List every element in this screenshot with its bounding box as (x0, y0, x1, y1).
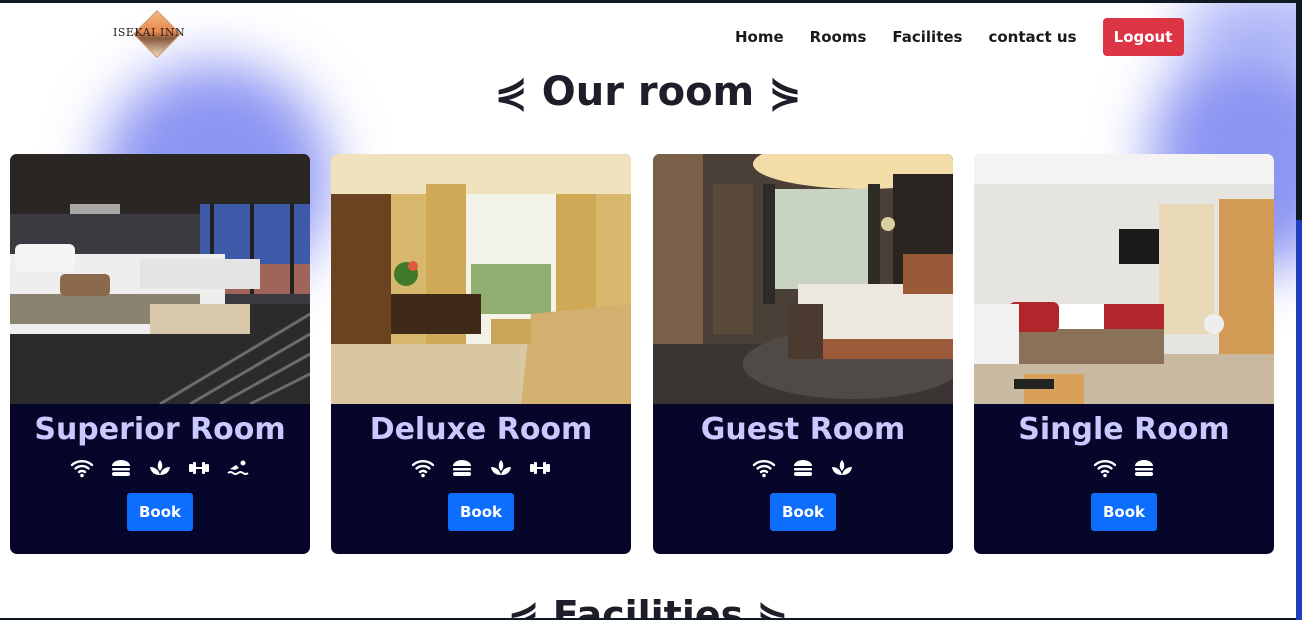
amenities (974, 455, 1274, 481)
book-button[interactable]: Book (1091, 493, 1157, 531)
brand-name: ISEKAI INN (113, 26, 186, 39)
nav-rooms[interactable]: Rooms (810, 18, 867, 56)
spa-icon (489, 456, 513, 480)
pool-icon (226, 456, 250, 480)
burger-icon (1132, 456, 1156, 480)
logout-button[interactable]: Logout (1102, 18, 1184, 56)
burger-icon (791, 456, 815, 480)
room-card-superior: Superior Room Book (10, 154, 310, 554)
room-photo-guest (653, 154, 953, 404)
room-photo-deluxe (331, 154, 631, 404)
book-button[interactable]: Book (448, 493, 514, 531)
room-card-single: Single Room Book (974, 154, 1274, 554)
room-card-deluxe: Deluxe Room Book (331, 154, 631, 554)
gym-icon (528, 456, 552, 480)
room-photo-superior (10, 154, 310, 404)
site-header: ISEKAI INN Home Rooms Facilites contact … (0, 3, 1296, 65)
wifi-icon (752, 456, 776, 480)
main-nav: Home Rooms Facilites contact us Logout (735, 18, 1210, 56)
room-photo-single (974, 154, 1274, 404)
spa-icon (148, 456, 172, 480)
wifi-icon (411, 456, 435, 480)
spa-icon (830, 456, 854, 480)
amenities (331, 455, 631, 481)
section-title-rooms: ⋞ Our room ⋟ (494, 69, 802, 115)
burger-icon (109, 456, 133, 480)
nav-facilities[interactable]: Facilites (892, 18, 962, 56)
nav-contact[interactable]: contact us (988, 18, 1076, 56)
scrollbar[interactable] (1296, 220, 1302, 620)
page: ISEKAI INN Home Rooms Facilites contact … (0, 3, 1296, 618)
amenities (10, 455, 310, 481)
amenities (653, 455, 953, 481)
section-title-facilities: ⋞ Facilities ⋟ (507, 593, 789, 618)
wifi-icon (1093, 456, 1117, 480)
nav-home[interactable]: Home (735, 18, 784, 56)
gym-icon (187, 456, 211, 480)
wifi-icon (70, 456, 94, 480)
room-name: Single Room (1018, 412, 1230, 447)
room-name: Deluxe Room (369, 412, 593, 447)
logo[interactable]: ISEKAI INN (113, 9, 195, 61)
book-button[interactable]: Book (127, 493, 193, 531)
burger-icon (450, 456, 474, 480)
room-name: Guest Room (700, 412, 906, 447)
book-button[interactable]: Book (770, 493, 836, 531)
room-name: Superior Room (34, 412, 286, 447)
room-card-guest: Guest Room Book (653, 154, 953, 554)
